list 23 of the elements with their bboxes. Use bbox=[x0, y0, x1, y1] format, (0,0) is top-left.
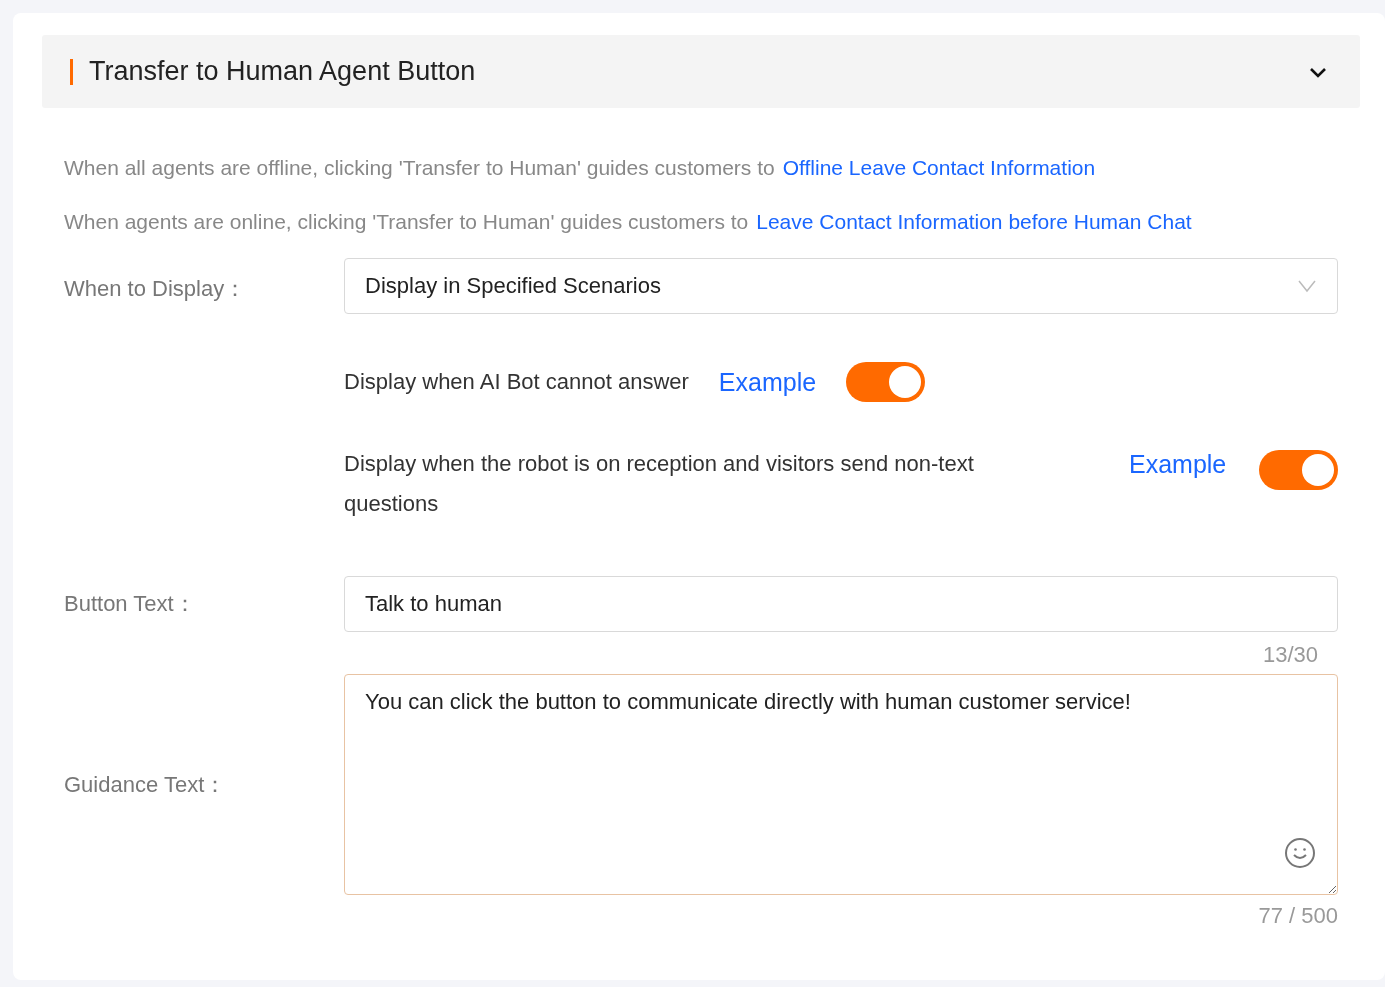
example-link[interactable]: Example bbox=[718, 367, 817, 397]
example-link[interactable]: Example bbox=[1129, 450, 1227, 479]
scenario-text: Display when AI Bot cannot answer bbox=[344, 369, 689, 395]
guidance-text-field[interactable]: You can click the button to communicate directly with human customer service! bbox=[344, 674, 1338, 895]
field-label: Guidance Text： bbox=[64, 770, 228, 799]
scenario-text: Display when the robot is on reception and visitors send non-text questions bbox=[344, 450, 975, 518]
section-title: Transfer to Human Agent Button bbox=[89, 56, 477, 87]
info-text: When all agents are offline, clicking 'Transfer to Human' guides customers to bbox=[64, 156, 775, 180]
char-counter: 13/30 bbox=[1261, 642, 1319, 668]
field-label: Button Text： bbox=[64, 590, 197, 618]
toggle-switch[interactable] bbox=[846, 362, 926, 402]
chevron-icon bbox=[1297, 279, 1317, 293]
smiley-icon[interactable] bbox=[1284, 837, 1316, 869]
info-link[interactable]: Offline Leave Contact Information bbox=[782, 156, 1096, 180]
toggle-switch[interactable] bbox=[1259, 450, 1338, 490]
section-header[interactable]: Transfer to Human Agent Button bbox=[42, 35, 1360, 108]
info-link[interactable]: Leave Contact Information before Human Chat bbox=[756, 210, 1192, 234]
field-label: When to Display： bbox=[64, 275, 248, 303]
button-text-field[interactable]: Talk to human bbox=[344, 576, 1338, 632]
accent-bar bbox=[70, 58, 73, 85]
info-text: When agents are online, clicking 'Transfer to Human' guides customers to bbox=[64, 210, 749, 234]
char-counter: 77 / 500 bbox=[1257, 903, 1338, 929]
display-select[interactable]: Display in Specified Scenarios bbox=[344, 258, 1338, 314]
